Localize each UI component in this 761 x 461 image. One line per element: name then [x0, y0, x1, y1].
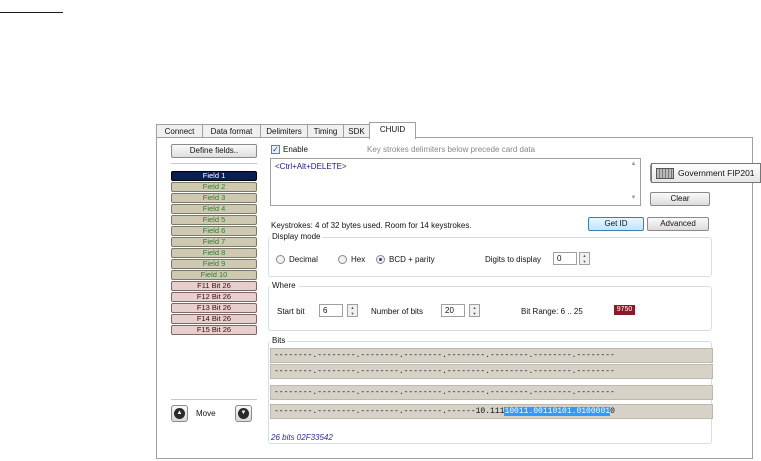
tab-chuid[interactable]: CHUID	[369, 122, 416, 139]
get-id-button[interactable]: Get ID	[588, 217, 644, 231]
where-legend: Where	[270, 281, 298, 290]
field-item-2[interactable]: Field 2	[171, 182, 257, 192]
field-item-12[interactable]: F12 Bit 26	[171, 292, 257, 302]
arrow-down-icon: ▼	[240, 410, 247, 416]
move-up-button[interactable]: ▲	[171, 405, 188, 422]
top-divider-line	[0, 12, 63, 13]
display-mode-legend: Display mode	[270, 232, 323, 241]
field-item-9[interactable]: Field 9	[171, 259, 257, 269]
keyboard-icon	[656, 168, 674, 179]
bits-prefix: --------.--------.--------.--------.----…	[274, 407, 505, 416]
field-item-5[interactable]: Field 5	[171, 215, 257, 225]
keystrokes-status: Keystrokes: 4 of 32 bytes used. Room for…	[271, 221, 472, 230]
move-label: Move	[196, 409, 216, 418]
field-item-8[interactable]: Field 8	[171, 248, 257, 258]
keystrokes-text: <Ctrl+Alt+DELETE>	[275, 162, 347, 171]
enable-label: Enable	[283, 145, 308, 154]
num-bits-spinner[interactable]: ▲ ▼	[469, 304, 480, 317]
tooltip: Government FIP201	[651, 163, 761, 183]
bits-legend: Bits	[270, 336, 288, 345]
field-item-13[interactable]: F13 Bit 26	[171, 303, 257, 313]
num-bits-label: Number of bits	[371, 307, 424, 316]
bits-row-1: --------.--------.--------.--------.----…	[270, 348, 713, 363]
digits-input[interactable]: 0	[553, 252, 577, 265]
field-item-1[interactable]: Field 1	[171, 171, 257, 181]
num-bits-input[interactable]: 20	[441, 304, 465, 317]
bits-suffix: 0	[610, 407, 615, 416]
radio-hex-label: Hex	[351, 255, 366, 264]
clear-button[interactable]: Clear	[650, 192, 710, 206]
scroll-down-icon: ▼	[630, 195, 637, 201]
scroll-up-icon: ▲	[630, 161, 637, 167]
radio-bcd-parity[interactable]	[376, 255, 385, 264]
field-item-7[interactable]: Field 7	[171, 237, 257, 247]
field-list-divider	[171, 163, 257, 164]
field-item-4[interactable]: Field 4	[171, 204, 257, 214]
bits-summary: 26 bits 02F33542	[271, 433, 333, 442]
define-fields-button[interactable]: Define fields..	[171, 144, 257, 158]
radio-decimal-label: Decimal	[289, 255, 318, 264]
tab-bar: Connect Data format Delimiters Timing SD…	[156, 122, 753, 139]
tooltip-text: Government FIP201	[678, 168, 755, 178]
tab-delimiters[interactable]: Delimiters	[260, 124, 308, 137]
advanced-button[interactable]: Advanced	[647, 217, 709, 231]
move-down-button[interactable]: ▼	[235, 405, 252, 422]
delimiter-hint: Key strokes delimiters below precede car…	[367, 145, 536, 154]
bit-range-text: Bit Range: 6 .. 25	[521, 307, 583, 316]
radio-bcd-parity-label: BCD + parity	[389, 255, 435, 264]
tab-sdk[interactable]: SDK	[343, 124, 370, 137]
field-item-10[interactable]: Field 10	[171, 270, 257, 280]
bits-selection: 10011.00110101.0100001	[504, 407, 611, 416]
field-item-14[interactable]: F14 Bit 26	[171, 314, 257, 324]
field-item-11[interactable]: F11 Bit 26	[171, 281, 257, 291]
enable-checkbox[interactable]: ✓	[271, 145, 280, 154]
field-item-3[interactable]: Field 3	[171, 193, 257, 203]
keystrokes-scrollbar[interactable]: ▲ ▼	[627, 159, 640, 205]
start-bit-spinner[interactable]: ▲ ▼	[347, 304, 358, 317]
digits-spinner[interactable]: ▲ ▼	[579, 252, 590, 265]
bits-row-3: --------.--------.--------.--------.----…	[270, 385, 713, 400]
keystrokes-textarea[interactable]: <Ctrl+Alt+DELETE>	[270, 158, 641, 206]
tab-timing[interactable]: Timing	[307, 124, 344, 137]
radio-hex[interactable]	[338, 255, 347, 264]
start-bit-label: Start bit	[277, 307, 305, 316]
bits-row-2: --------.--------.--------.--------.----…	[270, 364, 713, 379]
bit-range-swatch: 9750	[614, 305, 635, 315]
bits-row-4[interactable]: --------.--------.--------.--------.----…	[270, 404, 713, 419]
tab-connect[interactable]: Connect	[156, 124, 203, 137]
tab-data-format[interactable]: Data format	[202, 124, 261, 137]
radio-decimal[interactable]	[276, 255, 285, 264]
move-divider	[171, 399, 257, 400]
digits-label: Digits to display	[485, 255, 542, 264]
start-bit-input[interactable]: 6	[319, 304, 343, 317]
field-item-15[interactable]: F15 Bit 26	[171, 325, 257, 335]
arrow-up-icon: ▲	[176, 410, 183, 416]
field-item-6[interactable]: Field 6	[171, 226, 257, 236]
